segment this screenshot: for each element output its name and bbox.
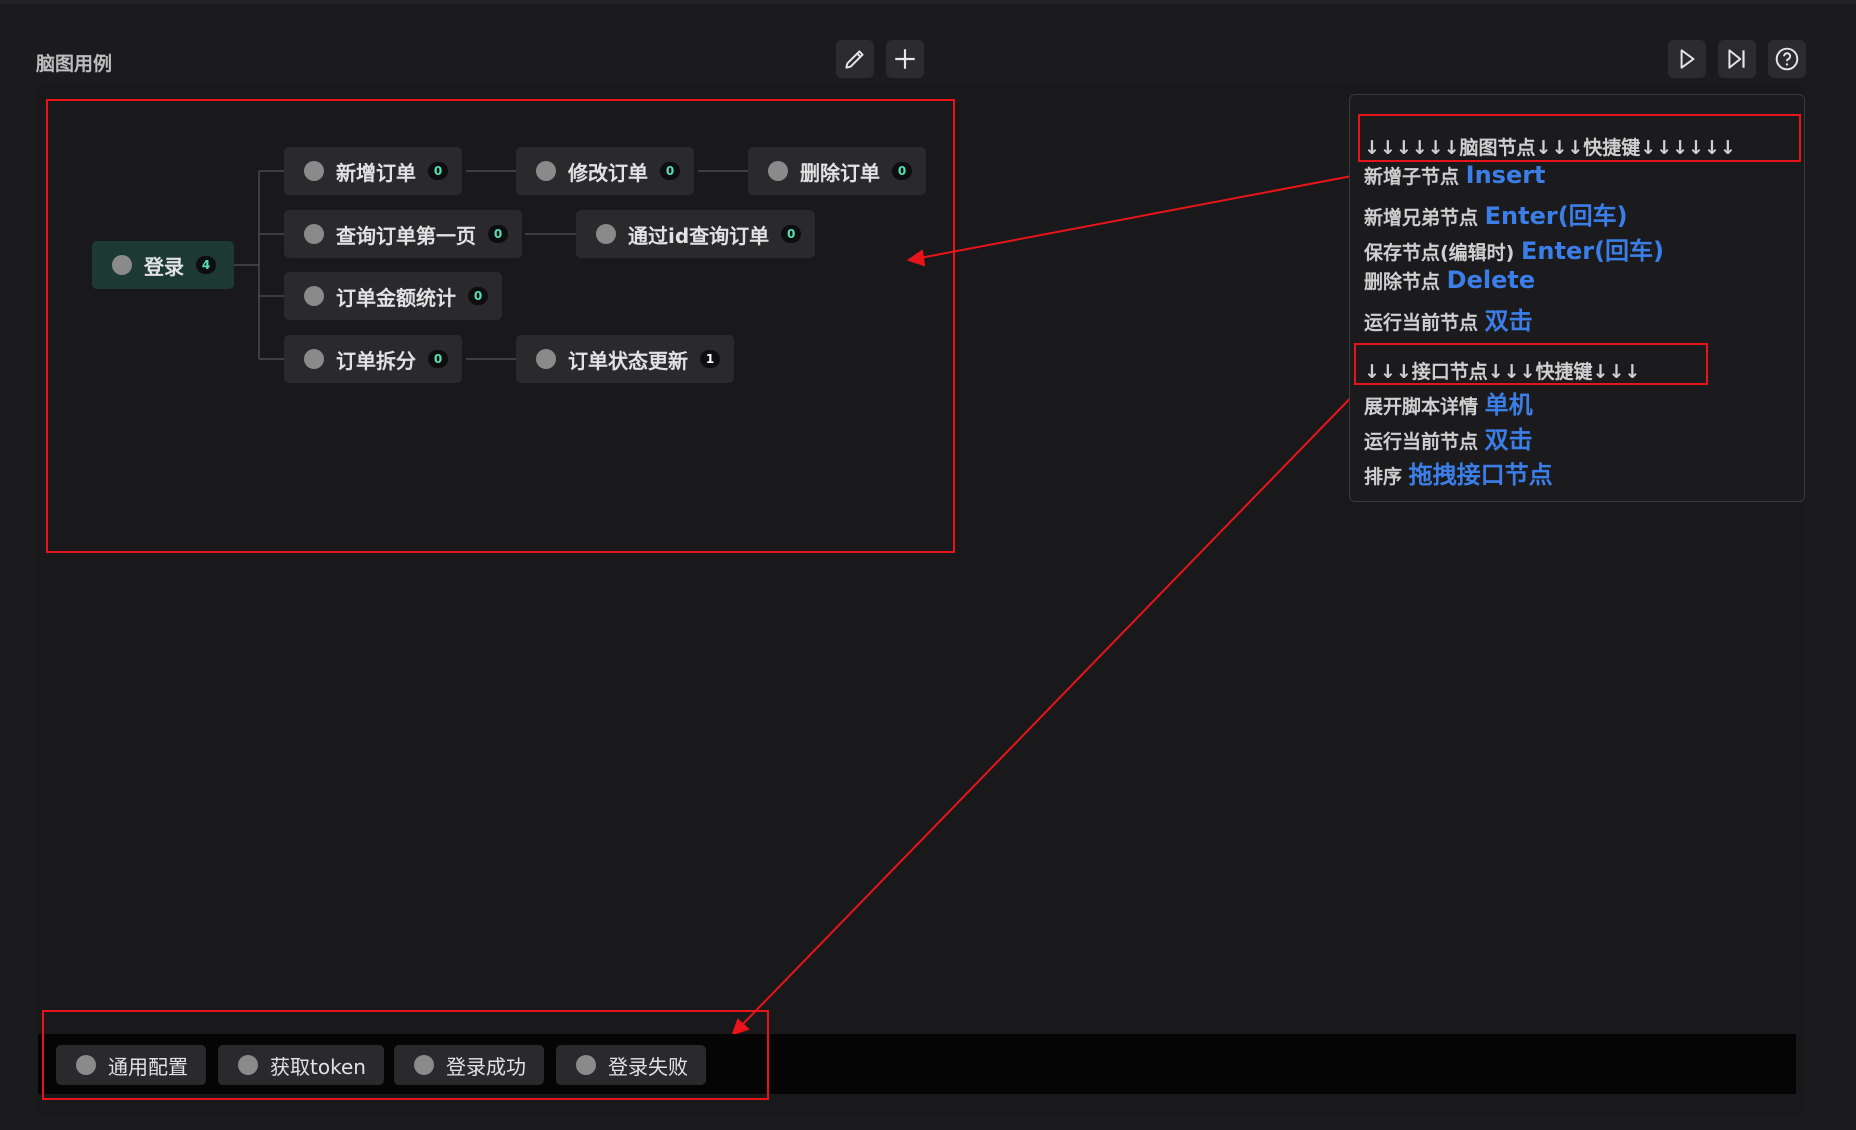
shortcut-key: 双击 bbox=[1484, 307, 1533, 335]
shortcut-row: 运行当前节点 双击 bbox=[1364, 426, 1533, 454]
shortcut-row: 运行当前节点 双击 bbox=[1364, 307, 1533, 335]
page-title: 脑图用例 bbox=[36, 53, 113, 75]
shortcut-key: Enter(回车) bbox=[1484, 202, 1628, 230]
shortcut-key: Delete bbox=[1446, 266, 1536, 294]
add-button[interactable] bbox=[886, 40, 924, 78]
shortcut-key: 双击 bbox=[1484, 426, 1533, 454]
play-icon bbox=[1680, 49, 1695, 69]
shortcut-row: 保存节点(编辑时) Enter(回车) bbox=[1364, 237, 1665, 265]
shortcut-key: 单机 bbox=[1484, 391, 1533, 419]
shortcut-row: 新增子节点 Insert bbox=[1364, 161, 1546, 189]
shortcut-row: 排序 拖拽接口节点 bbox=[1364, 461, 1553, 489]
run-button[interactable] bbox=[1668, 40, 1706, 78]
edit-button[interactable] bbox=[836, 40, 874, 78]
step-forward-icon bbox=[1728, 49, 1745, 69]
shortcut-key: Enter(回车) bbox=[1521, 237, 1665, 265]
plus-icon bbox=[895, 49, 915, 69]
pencil-icon bbox=[845, 50, 864, 69]
shortcut-row: 展开脚本详情 单机 bbox=[1364, 391, 1533, 419]
top-border bbox=[0, 0, 1856, 4]
shortcut-key: Insert bbox=[1465, 161, 1546, 189]
step-forward-button[interactable] bbox=[1718, 40, 1756, 78]
help-button[interactable] bbox=[1768, 40, 1806, 78]
help-circle-icon bbox=[1775, 47, 1799, 71]
annotation-box-api-shortcuts bbox=[1354, 343, 1708, 385]
annotation-box-mindmap bbox=[46, 99, 955, 553]
annotation-box-mind-shortcuts bbox=[1358, 114, 1801, 162]
shortcut-key: 拖拽接口节点 bbox=[1408, 461, 1553, 489]
shortcut-row: 删除节点 Delete bbox=[1364, 266, 1536, 294]
shortcut-row: 新增兄弟节点 Enter(回车) bbox=[1364, 202, 1628, 230]
annotation-box-api-nodes bbox=[42, 1010, 769, 1100]
